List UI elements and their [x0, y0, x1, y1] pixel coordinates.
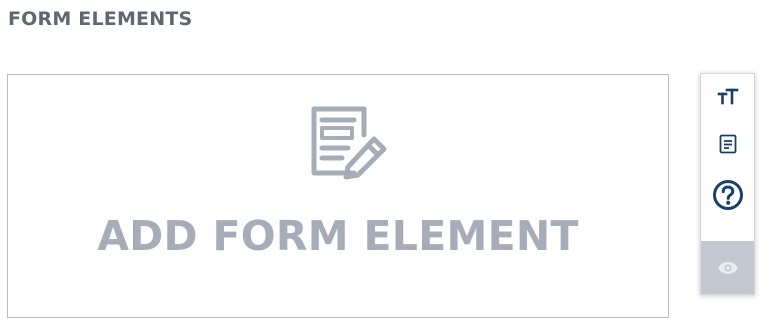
help-button[interactable] — [701, 175, 754, 215]
text-size-button[interactable] — [701, 76, 754, 116]
section-title: FORM ELEMENTS — [8, 8, 193, 30]
document-icon — [719, 134, 736, 154]
eye-icon — [717, 261, 738, 274]
add-form-element-dropzone[interactable]: ADD FORM ELEMENT — [7, 74, 669, 318]
text-size-icon — [717, 88, 738, 105]
add-form-element-label: ADD FORM ELEMENT — [97, 212, 579, 260]
help-circle-icon — [712, 180, 743, 210]
side-toolbar — [700, 73, 755, 295]
preview-button[interactable] — [701, 241, 754, 294]
document-button[interactable] — [701, 124, 754, 164]
form-edit-icon — [311, 106, 387, 180]
